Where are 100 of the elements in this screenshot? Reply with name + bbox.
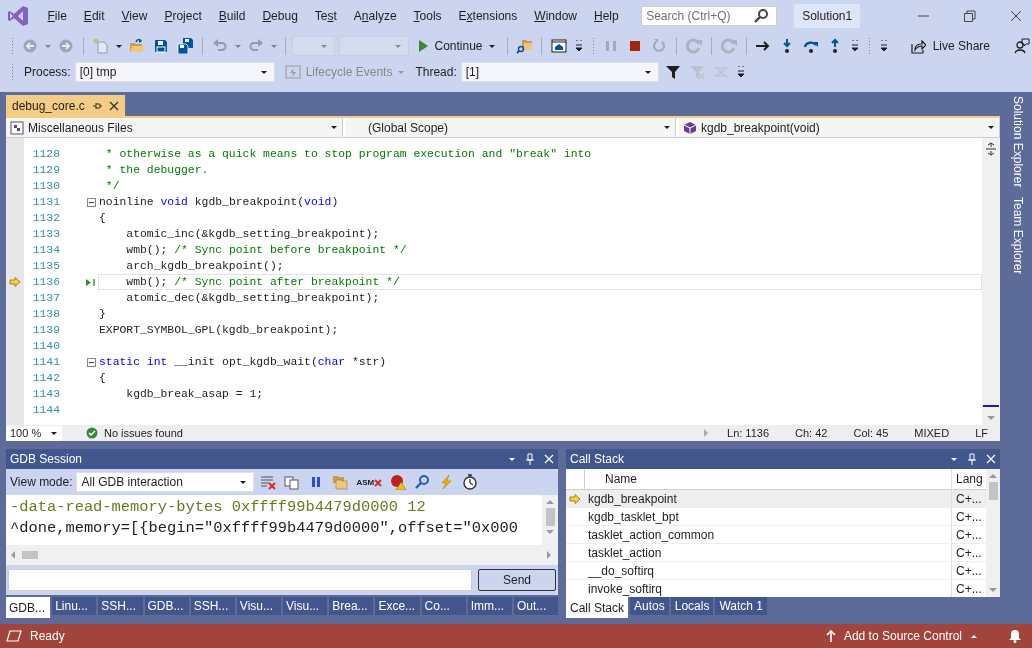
zoom-dropdown[interactable]: 100 % [6, 425, 62, 441]
scroll-up-icon[interactable] [988, 473, 998, 479]
collapse-icon[interactable] [87, 197, 96, 207]
table-cell: C+... [956, 545, 982, 560]
panel-tab[interactable]: Brea... [329, 597, 374, 615]
continue-button[interactable]: Continue [413, 37, 500, 55]
command-input[interactable] [8, 569, 472, 591]
caret-icon [970, 633, 978, 639]
panel-tab[interactable]: Linu... [52, 597, 97, 615]
call-stack-row[interactable]: tasklet_action C+... [566, 544, 986, 562]
scroll-down-icon[interactable] [986, 415, 996, 421]
scroll-right-icon[interactable] [703, 428, 709, 438]
save-all-icon[interactable] [175, 36, 196, 56]
menu-item[interactable]: Window [525, 9, 586, 23]
view-mode-dropdown[interactable]: All GDB interaction [76, 472, 255, 492]
scroll-left-icon[interactable] [10, 550, 16, 560]
panel-tab[interactable]: Imm... [467, 597, 512, 615]
code-line: wmb(); /* Sync point after breakpoint */ [125, 276, 400, 288]
pin-icon[interactable] [525, 453, 535, 465]
panel-tab[interactable]: GDB... [144, 597, 189, 615]
menu-item[interactable]: Project [155, 9, 211, 23]
caret-icon [330, 125, 338, 130]
menu-item[interactable]: Edit [75, 9, 114, 23]
scrollbar[interactable] [542, 495, 558, 545]
scroll-thumb[interactable] [545, 508, 555, 526]
menu-item[interactable]: View [113, 9, 156, 23]
feedback-icon[interactable] [1012, 36, 1032, 56]
scroll-thumb[interactable] [22, 551, 38, 559]
caret-icon[interactable] [508, 456, 516, 462]
menu-item[interactable]: Help [585, 9, 628, 23]
side-tab[interactable]: Solution Explorer [1011, 96, 1025, 188]
column-header[interactable]: Name [585, 469, 952, 489]
menu-item[interactable]: File [39, 9, 76, 23]
panel-tab[interactable]: Out... [513, 597, 559, 615]
caret-icon [50, 430, 58, 436]
panel-tab[interactable]: Co... [421, 597, 466, 615]
scroll-right-icon[interactable] [546, 550, 552, 560]
code-line: static int __init opt_kgdb_wait(char *str) [99, 356, 387, 368]
thread-dropdown[interactable]: [1] [460, 62, 659, 82]
navigation-dropdown[interactable]: kgdb_breakpoint(void) [679, 118, 1000, 137]
split-icon[interactable] [985, 142, 997, 156]
menu-item[interactable]: Build [210, 9, 254, 23]
breakpoint-warning-icon[interactable] [388, 472, 409, 492]
search-field[interactable]: Search (Ctrl+Q) [641, 6, 778, 26]
call-stack-row[interactable]: kgdb_tasklet_bpt C+... [566, 508, 986, 526]
line-ending[interactable]: LF [975, 427, 988, 439]
code-line: atomic_dec(&kgdb_setting_breakpoint); [125, 292, 380, 304]
menu-item[interactable]: Test [306, 9, 346, 23]
pin-icon[interactable] [967, 453, 977, 465]
side-tab[interactable]: Team Explorer [1011, 197, 1025, 275]
panel-tab[interactable]: Exce... [375, 597, 420, 615]
line-number: 1135 [31, 260, 60, 272]
search-icon[interactable] [753, 8, 770, 24]
panel-tab[interactable]: Locals [670, 597, 714, 615]
panel-tab[interactable]: GDB... [6, 597, 51, 618]
panel-tab[interactable]: SSH... [98, 597, 143, 615]
column-header[interactable]: Lang [952, 469, 986, 489]
restore-icon[interactable] [964, 10, 976, 22]
close-icon[interactable] [1010, 10, 1022, 22]
menu-item[interactable]: Tools [405, 9, 451, 23]
panel-tab[interactable]: Call Stack [566, 597, 629, 618]
scroll-down-icon[interactable] [545, 529, 555, 535]
send-button[interactable]: Send [478, 569, 556, 591]
panel-tab[interactable]: Visu... [236, 597, 282, 615]
menu-item[interactable]: Extensions [450, 9, 526, 23]
navigation-dropdown[interactable]: Miscellaneous Files [6, 118, 343, 137]
process-dropdown[interactable]: [0] tmp [74, 62, 275, 82]
view-mode-label: View mode: [10, 475, 73, 489]
menu-item[interactable]: Debug [253, 9, 307, 23]
code-line: kgdb_break_asap = 1; [125, 388, 264, 400]
source-control-button[interactable]: Add to Source Control [825, 629, 978, 643]
menu-item[interactable]: Analyze [345, 9, 406, 23]
panel-tab[interactable]: SSH... [190, 597, 235, 615]
call-stack-row[interactable]: tasklet_action_common C+... [566, 526, 986, 544]
scrollbar[interactable] [986, 469, 1000, 597]
call-stack-row[interactable]: __do_softirq C+... [566, 562, 986, 580]
lightning-window-icon [284, 64, 301, 80]
panel-tab[interactable]: Visu... [283, 597, 328, 615]
caret-icon[interactable] [950, 456, 958, 462]
panel-tab[interactable]: Watch 1 [715, 597, 767, 615]
call-stack-row[interactable]: kgdb_breakpoint C+... [566, 490, 986, 508]
bell-icon[interactable] [1008, 629, 1022, 643]
live-share-button[interactable]: Live Share [905, 36, 994, 56]
panel-title: Call Stack [570, 452, 625, 466]
panel-tab[interactable]: Autos [630, 597, 669, 615]
scroll-up-icon[interactable] [545, 499, 555, 505]
collapse-icon[interactable] [87, 357, 96, 367]
scroll-thumb[interactable] [988, 482, 998, 500]
pin-icon[interactable] [91, 100, 102, 111]
scrollbar[interactable] [982, 138, 1000, 425]
document-tab[interactable]: debug_core.c [6, 95, 125, 116]
issues-status[interactable]: No issues found [104, 427, 183, 439]
home-window-icon[interactable] [548, 36, 569, 56]
run-to-click-icon[interactable] [85, 277, 96, 287]
close-icon[interactable] [108, 100, 119, 111]
navigation-dropdown[interactable]: (Global Scope) [346, 118, 676, 137]
caret-icon [987, 125, 995, 130]
scrollbar[interactable] [6, 545, 558, 565]
scroll-down-icon[interactable] [988, 587, 998, 593]
tab-mode[interactable]: MIXED [914, 427, 950, 439]
